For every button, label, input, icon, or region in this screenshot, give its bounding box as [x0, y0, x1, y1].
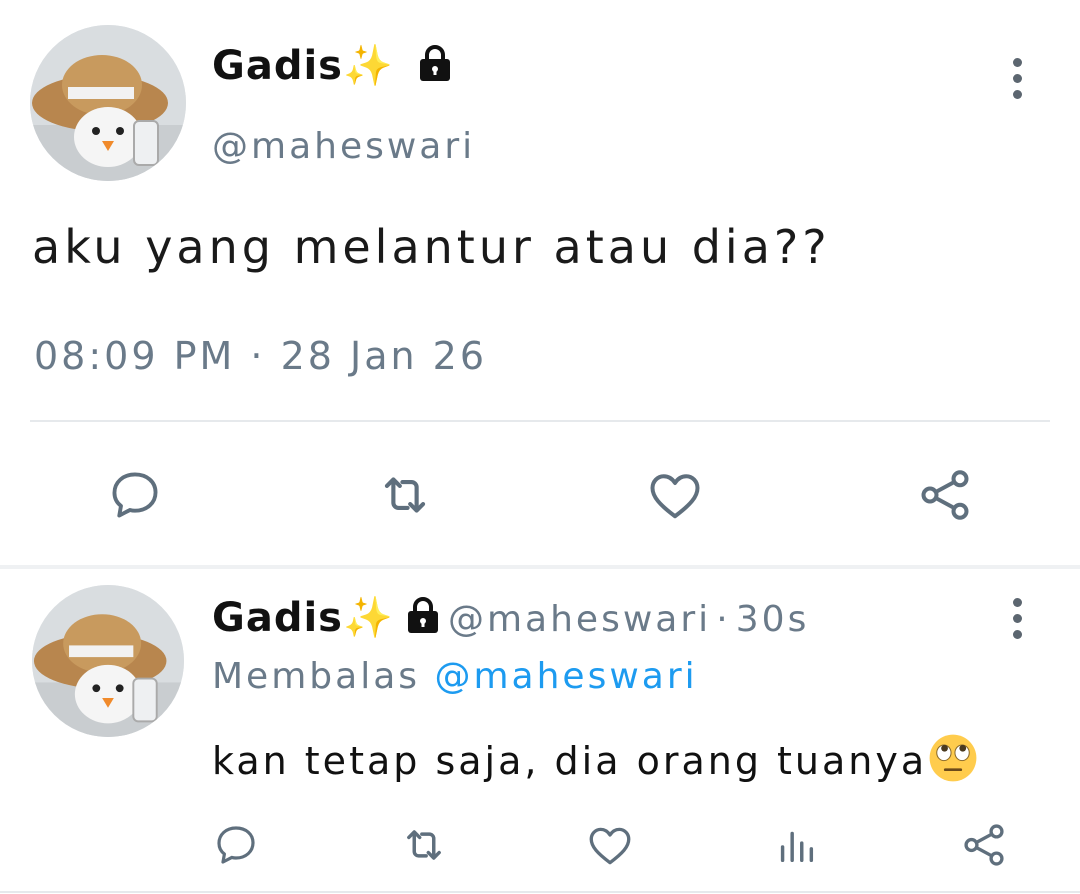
reply-header[interactable]: Gadis✨ @maheswari · 30s [212, 594, 809, 641]
author-name-row[interactable]: Gadis✨ [212, 42, 455, 89]
display-name[interactable]: Gadis [212, 43, 343, 89]
replying-to-link[interactable]: @maheswari [434, 656, 697, 697]
sparkle-emoji: ✨ [342, 43, 394, 89]
retweet-button[interactable] [365, 460, 445, 530]
bottom-divider [0, 891, 1080, 893]
reply-text: kan tetap saja, dia orang tuanya [212, 739, 928, 783]
retweet-icon [407, 830, 441, 860]
display-name[interactable]: Gadis [212, 595, 343, 641]
more-vertical-icon [1012, 598, 1022, 607]
more-options-button[interactable] [997, 598, 1037, 639]
author-handle[interactable]: @maheswari [212, 126, 475, 167]
heart-icon [589, 827, 631, 865]
more-vertical-icon [1012, 58, 1022, 67]
share-icon [921, 470, 969, 520]
bar-chart-icon [780, 831, 814, 863]
analytics-button[interactable] [768, 815, 824, 875]
author-handle[interactable]: @maheswari [448, 599, 711, 640]
heart-icon [650, 474, 700, 519]
date-separator: · [250, 334, 266, 378]
share-icon [964, 824, 1004, 866]
tweet-age[interactable]: 30s [736, 599, 810, 640]
comment-icon [112, 472, 158, 518]
face-with-rolling-eyes-emoji [929, 734, 977, 782]
reply-button[interactable] [208, 815, 264, 875]
divider [30, 420, 1050, 422]
retweet-icon [384, 477, 426, 513]
lock-icon [419, 45, 450, 81]
time-separator: · [716, 599, 731, 640]
replying-prefix: Membalas [212, 656, 421, 697]
avatar[interactable] [30, 25, 186, 181]
share-button[interactable] [954, 815, 1014, 875]
tweet-timestamp[interactable]: 08:09 PM · 28 Jan 26 [34, 334, 487, 378]
more-options-button[interactable] [997, 58, 1037, 99]
tweet-text: aku yang melantur atau dia?? [32, 220, 831, 274]
tweet-date: 28 Jan 26 [280, 334, 488, 378]
lock-icon [407, 597, 438, 633]
reply-text-row: kan tetap saja, dia orang tuanya [212, 732, 979, 784]
tweet-time: 08:09 PM [34, 334, 236, 378]
replying-to-line: Membalas @maheswari [212, 656, 698, 697]
like-button[interactable] [580, 815, 640, 875]
share-button[interactable] [905, 460, 985, 530]
tweet-separator [0, 565, 1080, 569]
retweet-button[interactable] [394, 815, 454, 875]
avatar[interactable] [32, 585, 184, 737]
comment-icon [217, 826, 255, 864]
like-button[interactable] [635, 460, 715, 530]
sparkle-emoji: ✨ [342, 595, 394, 641]
reply-button[interactable] [95, 460, 175, 530]
